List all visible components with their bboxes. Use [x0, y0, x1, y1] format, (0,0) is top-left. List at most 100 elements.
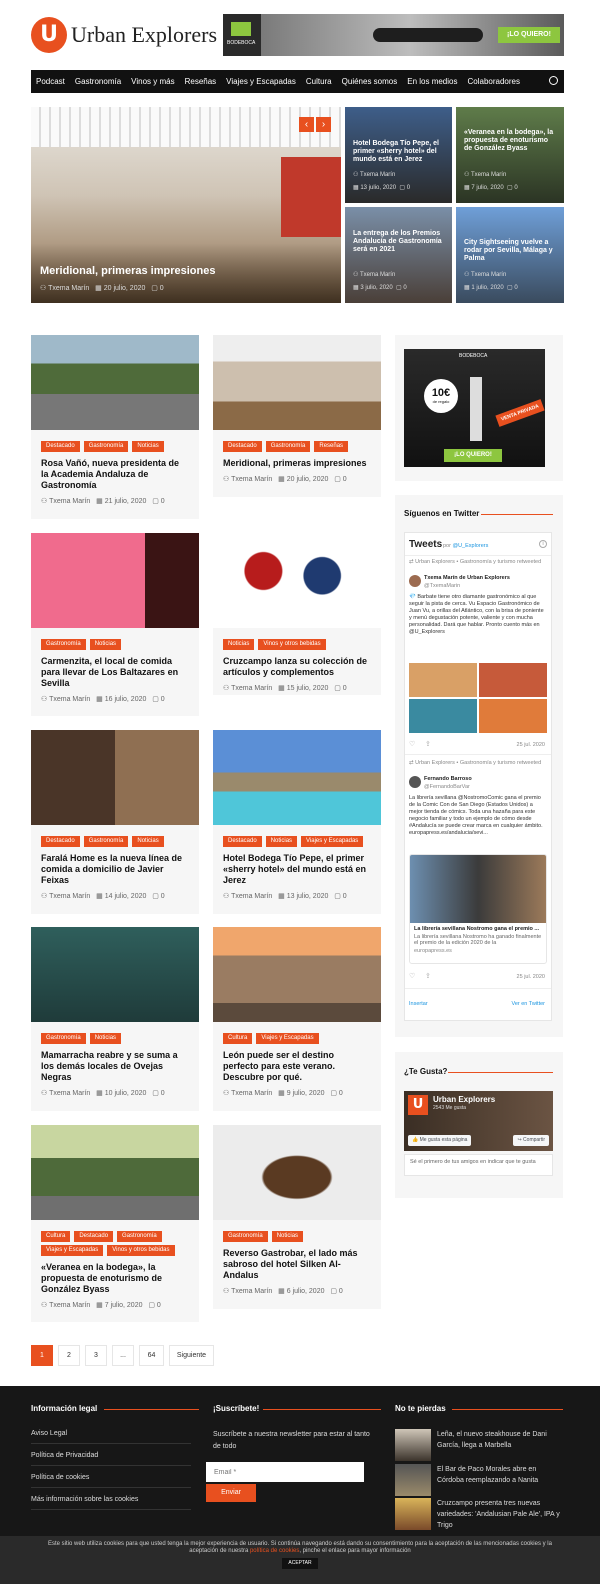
news-link[interactable]: Leña, el nuevo steakhouse de Dani García… — [437, 1429, 562, 1451]
page-link[interactable]: 64 — [139, 1345, 164, 1366]
tag[interactable]: Noticias — [89, 1033, 122, 1044]
fb-like-button[interactable]: 👍 Me gusta esta página — [408, 1135, 472, 1146]
post-card[interactable]: Destacado Gastronomía Noticias Faralá Ho… — [31, 730, 199, 914]
tag[interactable]: Destacado — [41, 441, 80, 452]
ad-cta-button[interactable]: ¡LO QUIERO! — [444, 449, 502, 462]
post-title[interactable]: Meridional, primeras impresiones — [223, 458, 371, 469]
fb-page-card[interactable]: U Urban Explorers 2543 Me gusta 👍 Me gus… — [404, 1091, 553, 1151]
tag[interactable]: Destacado — [223, 441, 262, 452]
post-image[interactable] — [213, 533, 381, 628]
tag[interactable]: Noticias — [265, 836, 298, 847]
tweet-author[interactable]: Txema Marín de Urban Explorers — [424, 575, 510, 581]
hero-item-title[interactable]: City Sightseeing vuelve a rodar por Sevi… — [464, 239, 556, 263]
tag[interactable]: Cultura — [223, 1033, 253, 1044]
cookie-policy-link[interactable]: política de cookies — [250, 1548, 299, 1554]
ad-cta-button[interactable]: ¡LO QUIERO! — [498, 27, 560, 43]
post-card[interactable]: Destacado Noticias Viajes y Escapadas Ho… — [213, 730, 381, 914]
post-image[interactable] — [31, 730, 199, 825]
tag[interactable]: Cultura — [41, 1231, 71, 1242]
nav-item[interactable]: Quiénes somos — [342, 77, 398, 86]
hero-item[interactable]: Hotel Bodega Tío Pepe, el primer «sherry… — [345, 107, 452, 203]
embed-link[interactable]: Insertar — [409, 1001, 428, 1007]
tweet-user[interactable]: @FernandoBarVar — [424, 784, 470, 790]
tag[interactable]: Viajes y Escapadas — [301, 836, 364, 847]
link-card[interactable]: La librería sevillana Nostromo gana el p… — [409, 854, 547, 964]
nav-item[interactable]: Viajes y Escapadas — [226, 77, 296, 86]
tweet-date[interactable]: 25 jul. 2020 — [517, 742, 545, 748]
tweet-date[interactable]: 25 jul. 2020 — [517, 974, 545, 980]
fb-share-button[interactable]: ↪ Compartir — [513, 1135, 549, 1146]
send-button[interactable]: Enviar — [206, 1484, 256, 1502]
chevron-right-icon[interactable]: › — [316, 117, 331, 132]
tweet-author[interactable]: Fernando Barroso — [424, 776, 472, 782]
nav-item[interactable]: Reseñas — [185, 77, 217, 86]
post-card[interactable]: Destacado Gastronomía Reseñas Meridional… — [213, 335, 381, 497]
footer-link[interactable]: Política de Privacidad — [31, 1452, 191, 1466]
footer-link[interactable]: Aviso Legal — [31, 1430, 191, 1444]
hero-item-title[interactable]: La entrega de los Premios Andalucía de G… — [353, 230, 444, 254]
hero-item[interactable]: City Sightseeing vuelve a rodar por Sevi… — [456, 207, 564, 303]
tag[interactable]: Viajes y Escapadas — [256, 1033, 319, 1044]
post-image[interactable] — [31, 533, 199, 628]
post-card[interactable]: Cultura Destacado Gastronomía Viajes y E… — [31, 1125, 199, 1322]
post-title[interactable]: Faralá Home es la nueva línea de comida … — [41, 853, 189, 886]
email-field[interactable] — [206, 1462, 364, 1482]
post-title[interactable]: Mamarracha reabre y se suma a los demás … — [41, 1050, 189, 1083]
post-title[interactable]: Hotel Bodega Tío Pepe, el primer «sherry… — [223, 853, 371, 886]
post-card[interactable]: Destacado Gastronomía Noticias Rosa Vañó… — [31, 335, 199, 519]
logo-text[interactable]: Urban Explorers — [71, 22, 217, 48]
twitter-handle[interactable]: @U_Explorers — [452, 543, 488, 549]
post-card[interactable]: Cultura Viajes y Escapadas León puede se… — [213, 927, 381, 1111]
sidebar-ad[interactable]: BODEBOCA 10€ de regalo VENTA PRIVADA ¡LO… — [404, 349, 545, 467]
tag[interactable]: Gastronomía — [117, 1231, 162, 1242]
hero-item-title[interactable]: Hotel Bodega Tío Pepe, el primer «sherry… — [353, 140, 444, 164]
tag[interactable]: Gastronomía — [83, 441, 129, 452]
tag[interactable]: Gastronomía — [83, 836, 129, 847]
hero-item[interactable]: La entrega de los Premios Andalucía de G… — [345, 207, 452, 303]
hero-item-title[interactable]: «Veranea en la bodega», la propuesta de … — [464, 129, 556, 153]
tag[interactable]: Noticias — [89, 639, 122, 650]
heart-icon[interactable]: ♡ — [409, 972, 415, 980]
page-link[interactable]: 2 — [58, 1345, 80, 1366]
page-link[interactable]: 3 — [85, 1345, 107, 1366]
tweet-user[interactable]: @TxemaMarin — [424, 583, 460, 589]
nav-item[interactable]: Gastronomía — [75, 77, 121, 86]
post-title[interactable]: Cruzcampo lanza su colección de artículo… — [223, 656, 371, 678]
tag[interactable]: Noticias — [132, 836, 164, 847]
info-icon[interactable]: i — [539, 540, 547, 548]
post-title[interactable]: Carmenzita, el local de comida para llev… — [41, 656, 189, 689]
nav-item[interactable]: Cultura — [306, 77, 332, 86]
tag[interactable]: Reseñas — [314, 441, 349, 452]
nav-item[interactable]: En los medios — [407, 77, 457, 86]
hero-item[interactable]: «Veranea en la bodega», la propuesta de … — [456, 107, 564, 203]
tag[interactable]: Vinos y otros bebidas — [107, 1245, 175, 1256]
view-on-twitter-link[interactable]: Ver en Twitter — [511, 1001, 545, 1007]
post-title[interactable]: Reverso Gastrobar, el lado más sabroso d… — [223, 1248, 371, 1281]
post-title[interactable]: León puede ser el destino perfecto para … — [223, 1050, 371, 1083]
hero-main[interactable]: ‹ › Meridional, primeras impresiones ⚇ T… — [31, 107, 341, 303]
news-thumb[interactable] — [395, 1498, 431, 1530]
news-link[interactable]: El Bar de Paco Morales abre en Córdoba r… — [437, 1464, 562, 1486]
avatar[interactable] — [409, 575, 421, 587]
tag[interactable]: Destacado — [41, 836, 80, 847]
header-ad-banner[interactable]: BODEBOCA ¡LO QUIERO! — [223, 14, 564, 56]
fb-page-name[interactable]: Urban Explorers — [433, 1095, 495, 1104]
tag[interactable]: Gastronomía — [41, 1033, 86, 1044]
accept-cookies-button[interactable]: ACEPTAR — [282, 1558, 318, 1569]
tag[interactable]: Gastronomía — [41, 639, 86, 650]
tag[interactable]: Noticias — [223, 639, 255, 650]
news-link[interactable]: Cruzcampo presenta tres nuevas variedade… — [437, 1498, 562, 1531]
post-card[interactable]: Gastronomía Noticias Reverso Gastrobar, … — [213, 1125, 381, 1309]
heart-icon[interactable]: ♡ — [409, 740, 415, 748]
share-icon[interactable]: ⇪ — [425, 972, 431, 980]
post-image[interactable] — [213, 927, 381, 1022]
avatar[interactable] — [409, 776, 421, 788]
post-image[interactable] — [31, 1125, 199, 1220]
nav-item[interactable]: Colaboradores — [467, 77, 519, 86]
chevron-left-icon[interactable]: ‹ — [299, 117, 314, 132]
share-icon[interactable]: ⇪ — [425, 740, 431, 748]
post-image[interactable] — [31, 927, 199, 1022]
post-image[interactable] — [31, 335, 199, 430]
nav-item[interactable]: Vinos y más — [131, 77, 174, 86]
post-image[interactable] — [213, 1125, 381, 1220]
